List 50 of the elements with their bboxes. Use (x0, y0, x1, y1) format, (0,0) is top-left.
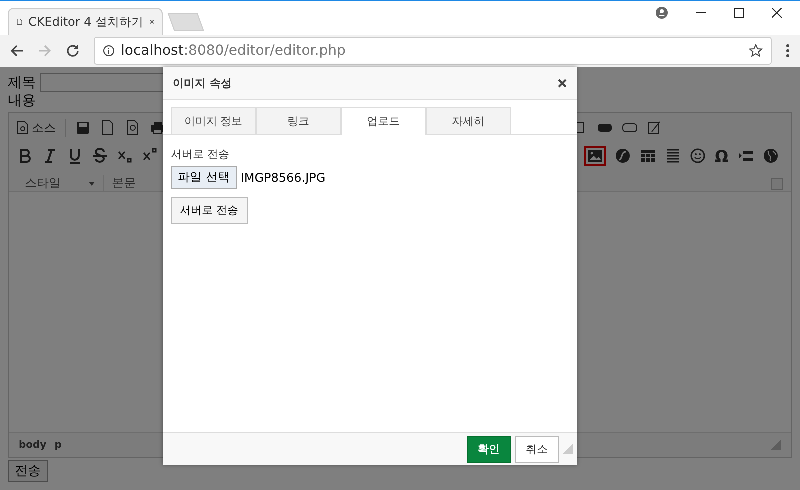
image-button[interactable] (584, 146, 606, 166)
page-break-icon[interactable] (738, 148, 754, 164)
ok-button[interactable]: 확인 (467, 436, 511, 462)
choose-file-button[interactable]: 파일 선택 (171, 166, 237, 189)
close-icon[interactable] (772, 8, 782, 18)
table-icon[interactable] (640, 148, 656, 164)
save-icon[interactable] (75, 120, 91, 136)
cancel-button[interactable]: 취소 (515, 436, 559, 462)
dialog-tab[interactable]: 업로드 (341, 107, 426, 135)
textarea-icon[interactable] (647, 120, 663, 136)
source-button[interactable]: 소스 (17, 120, 56, 136)
element-path-item[interactable]: p (54, 440, 62, 450)
menu-icon[interactable] (786, 44, 790, 58)
caret-icon (89, 182, 95, 186)
dialog-title: 이미지 속성 (173, 76, 232, 90)
file-name: IMGP8566.JPG (240, 170, 326, 184)
document-icon[interactable] (100, 120, 116, 136)
special-character-button[interactable]: Ω (715, 146, 729, 166)
send-to-server-button[interactable]: 서버로 전송 (171, 197, 248, 224)
reload-icon[interactable] (66, 44, 80, 58)
resize-grip-icon[interactable] (563, 444, 573, 454)
horizontal-line-icon[interactable] (665, 148, 681, 164)
content-label: 내용 (8, 92, 37, 110)
preview-icon[interactable] (125, 120, 141, 136)
close-icon[interactable] (150, 18, 154, 26)
browser-tab[interactable]: CKEditor 4 설치하기 (8, 8, 163, 35)
italic-icon[interactable] (42, 148, 58, 164)
title-label: 제목 (8, 74, 36, 92)
back-icon[interactable] (10, 44, 24, 58)
element-path-item[interactable]: body (19, 440, 47, 450)
star-icon[interactable] (749, 44, 763, 58)
document-icon (17, 121, 29, 135)
close-icon[interactable] (558, 78, 567, 88)
maximize-icon[interactable] (734, 8, 744, 18)
dialog-tab[interactable]: 이미지 정보 (171, 107, 256, 134)
info-icon (103, 45, 115, 57)
flash-icon[interactable] (615, 148, 631, 164)
bold-icon[interactable] (17, 148, 33, 164)
smiley-icon[interactable] (690, 148, 706, 164)
dialog-tab[interactable]: 자세히 (426, 107, 511, 134)
page-icon (17, 16, 23, 28)
strikethrough-icon[interactable] (92, 148, 108, 164)
dialog-tab[interactable]: 링크 (256, 107, 341, 134)
submit-button[interactable]: 전송 (8, 460, 48, 482)
resize-grip-icon[interactable] (771, 440, 781, 450)
profile-icon[interactable] (656, 7, 668, 19)
underline-icon[interactable] (67, 148, 83, 164)
address-bar[interactable]: localhost:8080/editor/editor.php (94, 37, 772, 65)
upload-label: 서버로 전송 (171, 147, 230, 162)
globe-icon[interactable] (762, 148, 779, 164)
